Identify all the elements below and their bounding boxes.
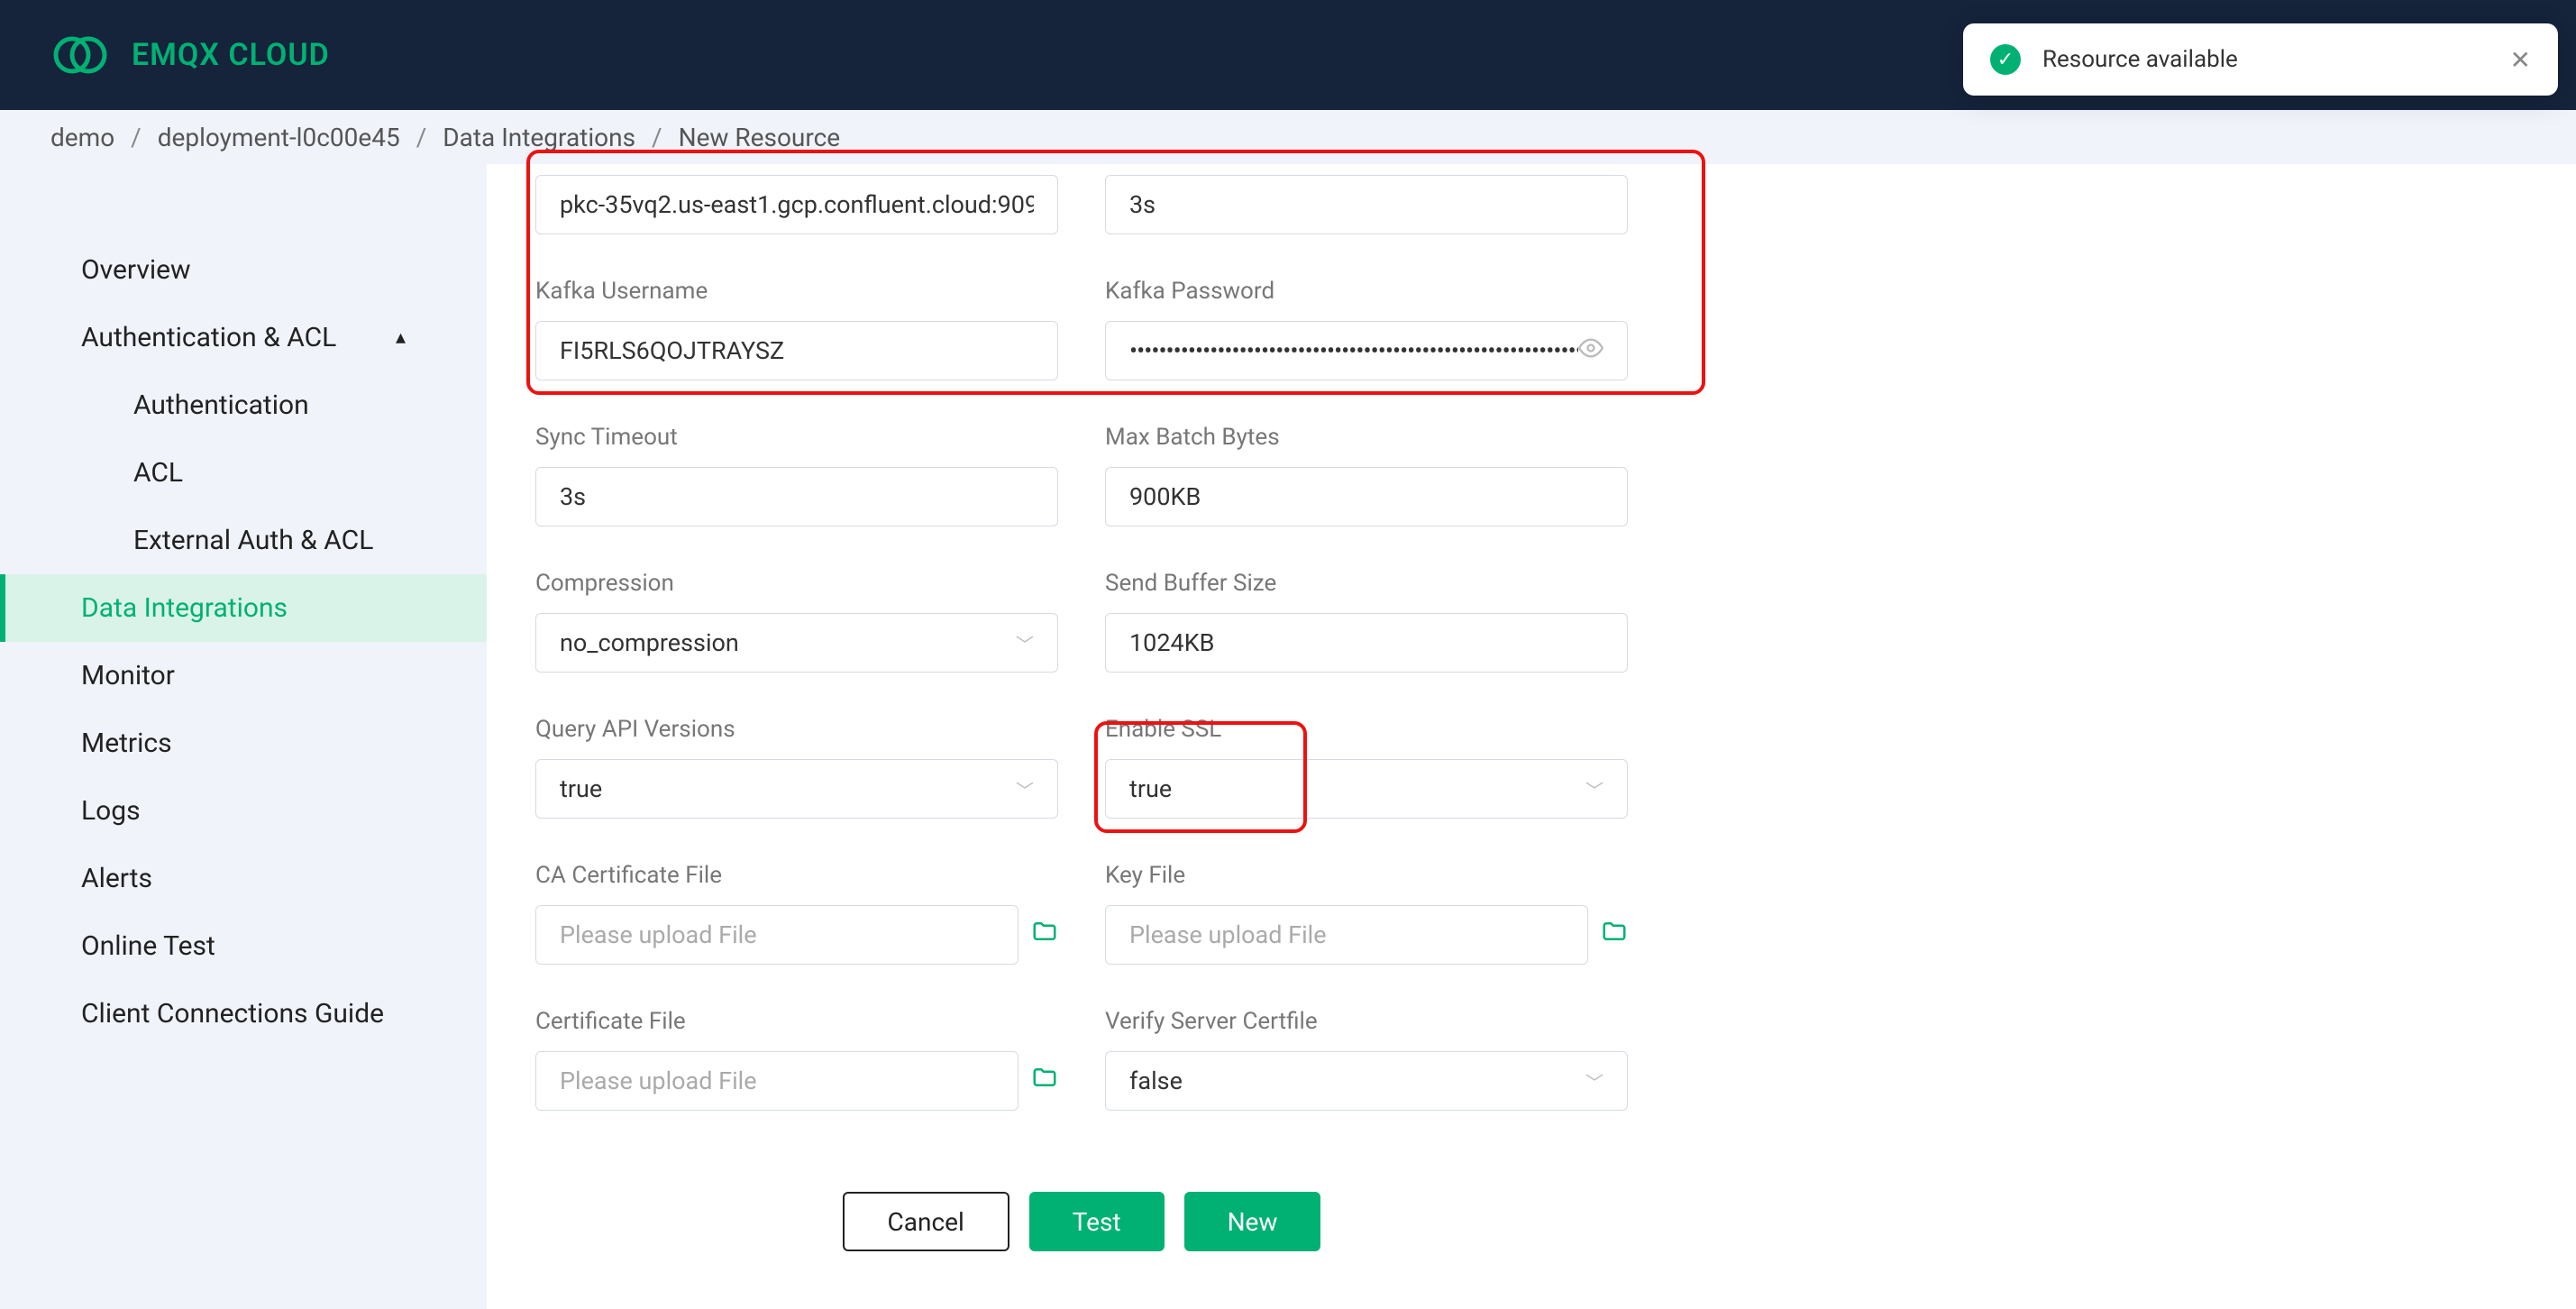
- timeout-input[interactable]: [1105, 175, 1628, 234]
- chevron-down-icon: ﹀: [1016, 630, 1034, 656]
- sidebar-authentication[interactable]: Authentication: [0, 371, 487, 439]
- kafka-username-input[interactable]: [535, 321, 1058, 380]
- send-buffer-size-input[interactable]: [1105, 613, 1628, 673]
- sync-timeout-label: Sync Timeout: [535, 424, 1058, 451]
- cancel-button[interactable]: Cancel: [843, 1192, 1009, 1251]
- toast-resource-available: ✓ Resource available ✕: [1963, 23, 2558, 96]
- sidebar-alerts[interactable]: Alerts: [0, 845, 487, 912]
- sidebar-data-integrations-label: Data Integrations: [81, 592, 288, 624]
- breadcrumb-sep: /: [416, 123, 427, 152]
- new-button[interactable]: New: [1184, 1192, 1321, 1251]
- brand-text: EMQX CLOUD: [132, 37, 330, 73]
- compression-value: no_compression: [560, 628, 739, 657]
- sidebar-alerts-label: Alerts: [81, 863, 152, 894]
- kafka-server-input[interactable]: [535, 175, 1058, 234]
- crumb-page: New Resource: [679, 123, 841, 152]
- folder-icon[interactable]: [1031, 1064, 1058, 1098]
- check-icon: ✓: [1990, 44, 2021, 75]
- sidebar-client-guide-label: Client Connections Guide: [81, 998, 384, 1030]
- breadcrumb-sep: /: [131, 123, 142, 152]
- sidebar: Overview Authentication & ACL ▴ Authenti…: [0, 164, 487, 1309]
- crumb-section[interactable]: Data Integrations: [443, 123, 635, 152]
- enable-ssl-label: Enable SSL: [1105, 716, 1628, 743]
- crumb-deployment[interactable]: deployment-l0c00e45: [158, 123, 400, 152]
- query-api-versions-label: Query API Versions: [535, 716, 1058, 743]
- close-icon[interactable]: ✕: [2510, 45, 2531, 75]
- sidebar-metrics[interactable]: Metrics: [0, 709, 487, 777]
- verify-server-select[interactable]: false ﹀: [1105, 1051, 1628, 1111]
- ca-cert-label: CA Certificate File: [535, 862, 1058, 889]
- max-batch-bytes-field[interactable]: [1129, 482, 1603, 511]
- chevron-up-icon: ▴: [396, 326, 406, 349]
- sidebar-acl[interactable]: ACL: [0, 439, 487, 507]
- send-buffer-size-label: Send Buffer Size: [1105, 570, 1628, 597]
- sidebar-metrics-label: Metrics: [81, 728, 172, 759]
- sidebar-client-guide[interactable]: Client Connections Guide: [0, 980, 487, 1048]
- toast-message: Resource available: [2042, 46, 2238, 73]
- sidebar-monitor-label: Monitor: [81, 660, 175, 691]
- key-file-field[interactable]: [1129, 920, 1564, 949]
- query-api-versions-select[interactable]: true ﹀: [535, 759, 1058, 819]
- ca-cert-field[interactable]: [560, 920, 994, 949]
- sync-timeout-input[interactable]: [535, 467, 1058, 526]
- timeout-field[interactable]: [1129, 190, 1603, 219]
- test-button[interactable]: Test: [1029, 1192, 1165, 1251]
- kafka-username-label: Kafka Username: [535, 278, 1058, 305]
- kafka-username-field[interactable]: [560, 336, 1034, 365]
- enable-ssl-select[interactable]: true ﹀: [1105, 759, 1628, 819]
- main-content: Kafka Username Kafka Password: [487, 164, 2576, 1309]
- sidebar-monitor[interactable]: Monitor: [0, 642, 487, 709]
- cert-file-input[interactable]: [535, 1051, 1019, 1111]
- key-file-label: Key File: [1105, 862, 1628, 889]
- sync-timeout-field[interactable]: [560, 482, 1034, 511]
- verify-server-label: Verify Server Certfile: [1105, 1008, 1628, 1035]
- max-batch-bytes-input[interactable]: [1105, 467, 1628, 526]
- send-buffer-size-field[interactable]: [1129, 628, 1603, 657]
- chevron-down-icon: ﹀: [1585, 1068, 1603, 1094]
- sidebar-overview[interactable]: Overview: [0, 236, 487, 304]
- sidebar-external-auth[interactable]: External Auth & ACL: [0, 507, 487, 574]
- folder-icon[interactable]: [1031, 918, 1058, 952]
- cert-file-field[interactable]: [560, 1066, 994, 1095]
- chevron-down-icon: ﹀: [1016, 776, 1034, 802]
- compression-select[interactable]: no_compression ﹀: [535, 613, 1058, 673]
- sidebar-online-test-label: Online Test: [81, 930, 215, 962]
- sidebar-auth-acl-label: Authentication & ACL: [81, 322, 336, 353]
- button-row: Cancel Test New: [535, 1192, 1628, 1251]
- sidebar-external-auth-label: External Auth & ACL: [133, 525, 373, 556]
- kafka-server-field[interactable]: [560, 190, 1034, 219]
- breadcrumb: demo / deployment-l0c00e45 / Data Integr…: [0, 110, 2576, 164]
- ca-cert-input[interactable]: [535, 905, 1019, 965]
- sidebar-authentication-label: Authentication: [133, 389, 309, 421]
- crumb-demo[interactable]: demo: [50, 123, 114, 152]
- max-batch-bytes-label: Max Batch Bytes: [1105, 424, 1628, 451]
- sidebar-acl-label: ACL: [133, 457, 183, 489]
- brand-logo-icon: [50, 32, 114, 78]
- enable-ssl-value: true: [1129, 774, 1172, 803]
- query-api-versions-value: true: [560, 774, 602, 803]
- sidebar-overview-label: Overview: [81, 254, 191, 286]
- sidebar-data-integrations[interactable]: Data Integrations: [0, 574, 487, 642]
- key-file-input[interactable]: [1105, 905, 1588, 965]
- sidebar-online-test[interactable]: Online Test: [0, 912, 487, 980]
- chevron-down-icon: ﹀: [1585, 776, 1603, 802]
- folder-icon[interactable]: [1601, 918, 1628, 952]
- compression-label: Compression: [535, 570, 1058, 597]
- eye-icon[interactable]: [1578, 335, 1603, 367]
- kafka-password-input[interactable]: [1105, 321, 1628, 380]
- verify-server-value: false: [1129, 1066, 1183, 1095]
- sidebar-auth-acl[interactable]: Authentication & ACL ▴: [0, 304, 487, 371]
- brand[interactable]: EMQX CLOUD: [50, 32, 330, 78]
- kafka-password-label: Kafka Password: [1105, 278, 1628, 305]
- kafka-password-field[interactable]: [1129, 336, 1578, 365]
- sidebar-logs-label: Logs: [81, 795, 141, 827]
- cert-file-label: Certificate File: [535, 1008, 1058, 1035]
- sidebar-logs[interactable]: Logs: [0, 777, 487, 845]
- breadcrumb-sep: /: [652, 123, 662, 152]
